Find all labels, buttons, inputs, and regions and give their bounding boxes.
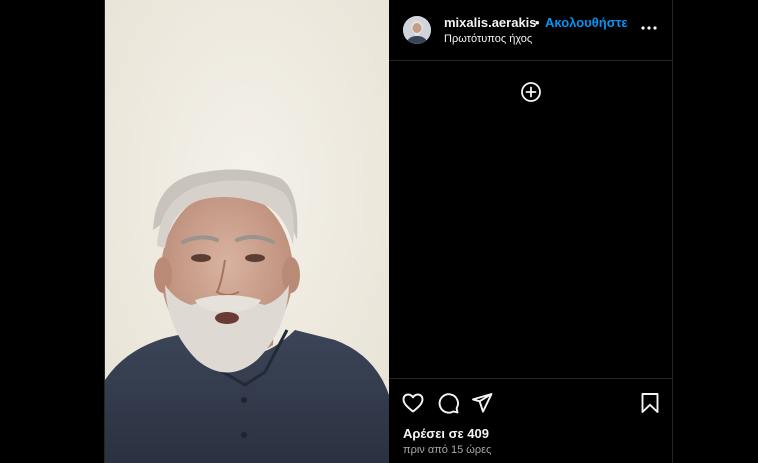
post-actions: Αρέσει σε 409 πριν από 15 ώρες (389, 378, 672, 463)
post-timestamp[interactable]: πριν από 15 ώρες (403, 444, 491, 456)
heart-icon[interactable] (401, 391, 425, 415)
avatar[interactable] (403, 16, 431, 44)
comment-icon[interactable] (436, 391, 460, 415)
avatar-image (403, 16, 431, 44)
comments-area (389, 61, 672, 379)
add-circle-icon[interactable] (520, 81, 542, 103)
audio-link[interactable]: Πρωτότυπος ήχος (444, 33, 532, 45)
username-link[interactable]: mixalis.aerakis (444, 15, 537, 30)
bookmark-icon[interactable] (638, 391, 662, 415)
more-options-icon[interactable] (639, 18, 659, 38)
separator-dot: • (535, 15, 540, 30)
post-details-panel: mixalis.aerakis • Ακολουθήστε Πρωτότυπος… (389, 0, 672, 463)
likes-count[interactable]: Αρέσει σε 409 (403, 426, 489, 441)
send-icon[interactable] (470, 391, 494, 415)
follow-button[interactable]: Ακολουθήστε (545, 15, 628, 30)
video-frame-image (105, 0, 389, 463)
video-player[interactable] (105, 0, 389, 463)
post-header: mixalis.aerakis • Ακολουθήστε Πρωτότυπος… (389, 0, 672, 61)
